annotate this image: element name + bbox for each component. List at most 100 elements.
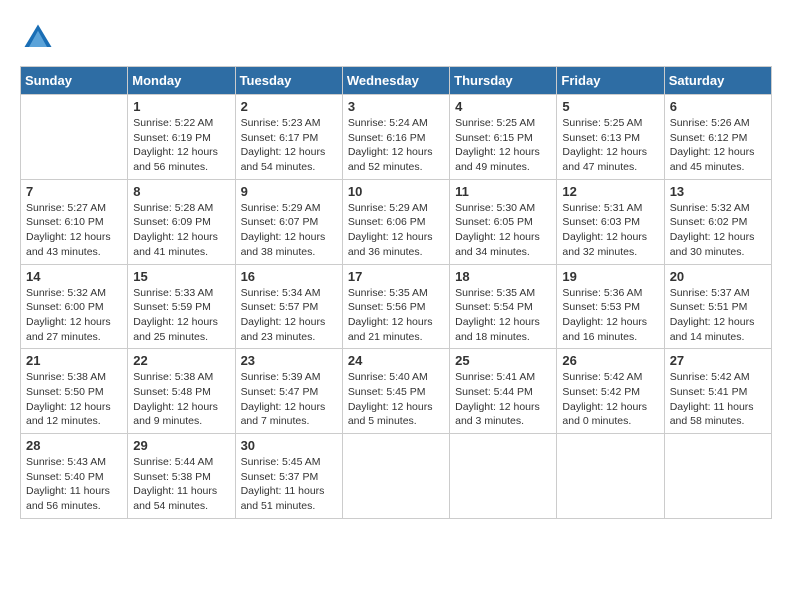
week-row-4: 21Sunrise: 5:38 AM Sunset: 5:50 PM Dayli… [21,349,772,434]
day-info: Sunrise: 5:35 AM Sunset: 5:56 PM Dayligh… [348,286,444,345]
calendar-cell [21,95,128,180]
calendar-cell: 15 Sunrise: 5:33 AM Sunset: 5:59 PM Dayli… [128,264,235,349]
day-number: 14 [26,269,122,284]
calendar-cell: 10Sunrise: 5:29 AM Sunset: 6:06 PM Dayli… [342,179,449,264]
calendar-cell: 8 Sunrise: 5:28 AM Sunset: 6:09 PM Daylig… [128,179,235,264]
day-number: 30 [241,438,337,453]
day-number: 16 [241,269,337,284]
day-info: Sunrise: 5:38 AM Sunset: 5:50 PM Dayligh… [26,370,122,429]
day-number: 11 [455,184,551,199]
day-info: Sunrise: 5:28 AM Sunset: 6:09 PM Dayligh… [133,201,229,260]
day-info: Sunrise: 5:22 AM Sunset: 6:19 PM Dayligh… [133,116,229,175]
day-number: 1 [133,99,229,114]
day-number: 17 [348,269,444,284]
day-info: Sunrise: 5:34 AM Sunset: 5:57 PM Dayligh… [241,286,337,345]
page-header [20,20,772,56]
calendar-cell [664,434,771,519]
day-number: 8 [133,184,229,199]
calendar-cell: 19 Sunrise: 5:36 AM Sunset: 5:53 PM Dayli… [557,264,664,349]
day-info: Sunrise: 5:37 AM Sunset: 5:51 PM Dayligh… [670,286,766,345]
day-number: 15 [133,269,229,284]
calendar-cell: 24 Sunrise: 5:40 AM Sunset: 5:45 PM Dayli… [342,349,449,434]
calendar-cell: 16 Sunrise: 5:34 AM Sunset: 5:57 PM Dayli… [235,264,342,349]
calendar-cell: 1 Sunrise: 5:22 AM Sunset: 6:19 PM Daylig… [128,95,235,180]
column-header-saturday: Saturday [664,67,771,95]
calendar-cell: 4 Sunrise: 5:25 AM Sunset: 6:15 PM Daylig… [450,95,557,180]
day-info: Sunrise: 5:35 AM Sunset: 5:54 PM Dayligh… [455,286,551,345]
calendar-cell: 21Sunrise: 5:38 AM Sunset: 5:50 PM Dayli… [21,349,128,434]
day-number: 5 [562,99,658,114]
day-info: Sunrise: 5:41 AM Sunset: 5:44 PM Dayligh… [455,370,551,429]
day-number: 18 [455,269,551,284]
calendar-cell: 22 Sunrise: 5:38 AM Sunset: 5:48 PM Dayli… [128,349,235,434]
day-info: Sunrise: 5:39 AM Sunset: 5:47 PM Dayligh… [241,370,337,429]
day-info: Sunrise: 5:42 AM Sunset: 5:42 PM Dayligh… [562,370,658,429]
day-info: Sunrise: 5:38 AM Sunset: 5:48 PM Dayligh… [133,370,229,429]
calendar-cell: 17 Sunrise: 5:35 AM Sunset: 5:56 PM Dayli… [342,264,449,349]
day-info: Sunrise: 5:25 AM Sunset: 6:15 PM Dayligh… [455,116,551,175]
calendar-cell: 25 Sunrise: 5:41 AM Sunset: 5:44 PM Dayli… [450,349,557,434]
day-number: 3 [348,99,444,114]
calendar-cell: 28 Sunrise: 5:43 AM Sunset: 5:40 PM Dayli… [21,434,128,519]
day-info: Sunrise: 5:24 AM Sunset: 6:16 PM Dayligh… [348,116,444,175]
day-number: 19 [562,269,658,284]
calendar-cell: 26 Sunrise: 5:42 AM Sunset: 5:42 PM Dayli… [557,349,664,434]
calendar-cell: 6 Sunrise: 5:26 AM Sunset: 6:12 PM Daylig… [664,95,771,180]
day-number: 12 [562,184,658,199]
day-info: Sunrise: 5:26 AM Sunset: 6:12 PM Dayligh… [670,116,766,175]
day-number: 23 [241,353,337,368]
day-number: 20 [670,269,766,284]
day-info: Sunrise: 5:33 AM Sunset: 5:59 PM Dayligh… [133,286,229,345]
calendar-cell: 3 Sunrise: 5:24 AM Sunset: 6:16 PM Daylig… [342,95,449,180]
day-info: Sunrise: 5:27 AM Sunset: 6:10 PM Dayligh… [26,201,122,260]
day-number: 29 [133,438,229,453]
day-number: 13 [670,184,766,199]
day-number: 26 [562,353,658,368]
day-number: 27 [670,353,766,368]
calendar-cell [450,434,557,519]
calendar-table: SundayMondayTuesdayWednesdayThursdayFrid… [20,66,772,519]
calendar-cell: 11 Sunrise: 5:30 AM Sunset: 6:05 PM Dayli… [450,179,557,264]
week-row-2: 7 Sunrise: 5:27 AM Sunset: 6:10 PM Daylig… [21,179,772,264]
day-number: 28 [26,438,122,453]
column-header-friday: Friday [557,67,664,95]
calendar-header-row: SundayMondayTuesdayWednesdayThursdayFrid… [21,67,772,95]
calendar-cell: 13Sunrise: 5:32 AM Sunset: 6:02 PM Dayli… [664,179,771,264]
calendar-cell: 9Sunrise: 5:29 AM Sunset: 6:07 PM Daylig… [235,179,342,264]
day-number: 4 [455,99,551,114]
day-info: Sunrise: 5:32 AM Sunset: 6:00 PM Dayligh… [26,286,122,345]
column-header-sunday: Sunday [21,67,128,95]
day-number: 7 [26,184,122,199]
calendar-cell [342,434,449,519]
calendar-cell: 27 Sunrise: 5:42 AM Sunset: 5:41 PM Dayli… [664,349,771,434]
column-header-thursday: Thursday [450,67,557,95]
calendar-cell: 12Sunrise: 5:31 AM Sunset: 6:03 PM Dayli… [557,179,664,264]
calendar-cell: 18 Sunrise: 5:35 AM Sunset: 5:54 PM Dayli… [450,264,557,349]
logo [20,20,62,56]
day-info: Sunrise: 5:25 AM Sunset: 6:13 PM Dayligh… [562,116,658,175]
week-row-1: 1 Sunrise: 5:22 AM Sunset: 6:19 PM Daylig… [21,95,772,180]
day-info: Sunrise: 5:42 AM Sunset: 5:41 PM Dayligh… [670,370,766,429]
day-number: 25 [455,353,551,368]
day-info: Sunrise: 5:44 AM Sunset: 5:38 PM Dayligh… [133,455,229,514]
calendar-cell: 29 Sunrise: 5:44 AM Sunset: 5:38 PM Dayli… [128,434,235,519]
day-number: 22 [133,353,229,368]
calendar-cell: 7 Sunrise: 5:27 AM Sunset: 6:10 PM Daylig… [21,179,128,264]
day-info: Sunrise: 5:43 AM Sunset: 5:40 PM Dayligh… [26,455,122,514]
day-number: 24 [348,353,444,368]
logo-icon [20,20,56,56]
week-row-3: 14 Sunrise: 5:32 AM Sunset: 6:00 PM Dayli… [21,264,772,349]
day-number: 2 [241,99,337,114]
day-info: Sunrise: 5:45 AM Sunset: 5:37 PM Dayligh… [241,455,337,514]
column-header-monday: Monday [128,67,235,95]
column-header-wednesday: Wednesday [342,67,449,95]
calendar-cell [557,434,664,519]
week-row-5: 28 Sunrise: 5:43 AM Sunset: 5:40 PM Dayli… [21,434,772,519]
calendar-cell: 23 Sunrise: 5:39 AM Sunset: 5:47 PM Dayli… [235,349,342,434]
day-info: Sunrise: 5:36 AM Sunset: 5:53 PM Dayligh… [562,286,658,345]
day-info: Sunrise: 5:40 AM Sunset: 5:45 PM Dayligh… [348,370,444,429]
day-number: 6 [670,99,766,114]
day-number: 9 [241,184,337,199]
calendar-cell: 5 Sunrise: 5:25 AM Sunset: 6:13 PM Daylig… [557,95,664,180]
day-info: Sunrise: 5:30 AM Sunset: 6:05 PM Dayligh… [455,201,551,260]
